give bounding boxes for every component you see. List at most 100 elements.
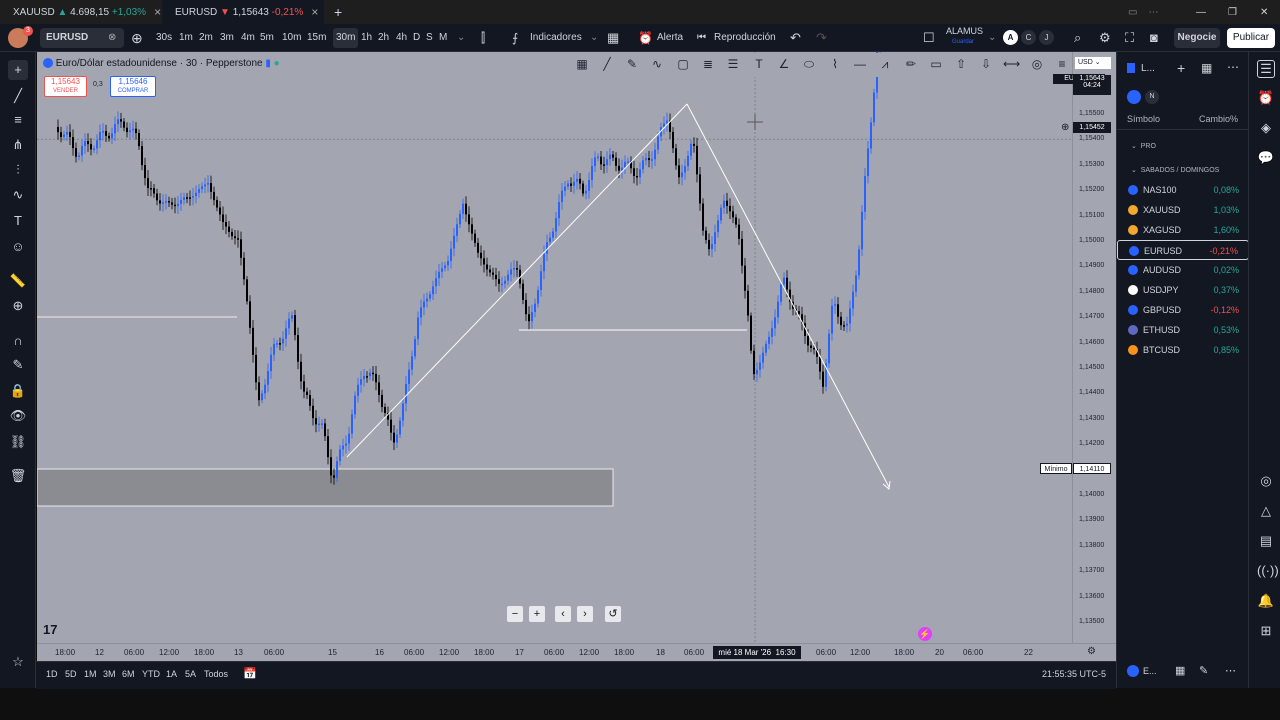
watchlist-row-nas100[interactable]: NAS100 0,08%	[1117, 180, 1249, 200]
scroll-left-button[interactable]: ‹	[555, 606, 571, 622]
interval-30s[interactable]: 30s	[156, 24, 172, 52]
arrow-down-icon[interactable]: ⇩	[978, 57, 994, 73]
trend-line[interactable]	[346, 103, 688, 458]
layers-icon[interactable]: ◈	[1257, 120, 1275, 138]
replay-button[interactable]: Reproducción	[714, 24, 776, 52]
text-icon[interactable]: T	[751, 57, 767, 73]
user-circle-c[interactable]: C	[1021, 30, 1036, 45]
interval-S[interactable]: S	[426, 24, 433, 52]
add-compare-icon[interactable]: ⊕	[131, 24, 143, 52]
watchlist-icon[interactable]: ☰	[1257, 60, 1275, 78]
camera-icon[interactable]: ◙	[1150, 24, 1158, 52]
range-6M[interactable]: 6M	[122, 669, 135, 679]
angle-icon[interactable]: ∠	[776, 57, 792, 73]
range-1D[interactable]: 1D	[46, 669, 58, 679]
details-tab[interactable]: E...	[1143, 666, 1157, 676]
target-icon[interactable]: ◎	[1029, 57, 1045, 73]
pitchfork-icon[interactable]: ⋔	[8, 135, 28, 155]
settings-icon[interactable]: ⚙	[1087, 646, 1096, 657]
zoom-in-icon[interactable]: ⊕	[8, 296, 28, 316]
range-YTD[interactable]: YTD	[142, 669, 160, 679]
zigzag-icon[interactable]: ⩘	[877, 57, 893, 73]
tab-xauusd[interactable]: XAUUSD ▲ 4.698,15 +1,03% ×	[0, 0, 161, 24]
search-icon[interactable]: ⌕	[1074, 24, 1081, 52]
pencil-icon[interactable]: ✏	[903, 57, 919, 73]
watchlist-title[interactable]: L...	[1141, 63, 1155, 74]
close-window-button[interactable]: ✕	[1252, 0, 1276, 24]
note-icon[interactable]: ▭	[928, 57, 944, 73]
watchlist-row-xauusd[interactable]: XAUUSD 1,03%	[1117, 200, 1249, 220]
interval-2h[interactable]: 2h	[378, 24, 389, 52]
target-icon[interactable]: ◎	[1257, 473, 1275, 491]
interval-3m[interactable]: 3m	[220, 24, 234, 52]
column-symbol[interactable]: Símbolo	[1127, 114, 1160, 124]
compare-icon[interactable]: ⊗	[108, 24, 116, 52]
tab-eurusd[interactable]: EURUSD ▼ 1,15643 -0,21% ×	[162, 0, 324, 24]
flag-icon[interactable]	[1127, 90, 1141, 104]
brush-icon[interactable]: ⌇	[827, 57, 843, 73]
zoom-in-button[interactable]: +	[529, 606, 545, 622]
alerts-icon[interactable]: ⏰	[1257, 90, 1275, 108]
add-symbol-icon[interactable]: +	[1177, 60, 1185, 76]
column-change[interactable]: Cambio%	[1199, 114, 1238, 124]
grid-icon[interactable]: ▦	[574, 57, 590, 73]
trend-line[interactable]	[686, 103, 890, 488]
trash-icon[interactable]: 🗑	[8, 466, 28, 486]
news-badge[interactable]: N	[1145, 90, 1159, 104]
ray-icon[interactable]: ⟷	[1003, 57, 1020, 73]
horizontal-line-icon[interactable]: —	[852, 57, 868, 73]
bell-icon[interactable]: 🔔	[1257, 593, 1275, 611]
new-tab-button[interactable]: +	[326, 0, 350, 24]
interval-1m[interactable]: 1m	[179, 24, 193, 52]
ruler-icon[interactable]: 📏	[8, 271, 28, 291]
more-icon[interactable]: ⋯	[1227, 60, 1239, 74]
interval-1h[interactable]: 1h	[361, 24, 372, 52]
layouts-icon[interactable]: ▦	[607, 24, 619, 52]
time-axis[interactable]: 18:00 12 06:00 12:00 18:00 13 06:00 15 16 06:00 12…	[37, 643, 1116, 661]
layout-icon[interactable]: ▦	[1201, 61, 1212, 75]
watchlist-row-ethusd[interactable]: ETHUSD 0,53%	[1117, 320, 1249, 340]
interval-4h[interactable]: 4h	[396, 24, 407, 52]
close-icon[interactable]: ×	[311, 5, 318, 19]
line-icon[interactable]: ╱	[599, 57, 615, 73]
chat-icon[interactable]: 💬	[1257, 150, 1275, 168]
chevron-down-icon[interactable]: ⌄	[457, 24, 465, 52]
close-icon[interactable]: ×	[154, 5, 161, 19]
watchlist-row-usdjpy[interactable]: USDJPY 0,37%	[1117, 280, 1249, 300]
currency-selector[interactable]: USD ⌄	[1075, 57, 1111, 69]
fullscreen-icon[interactable]: ⛶	[1125, 24, 1134, 52]
rectangle-icon[interactable]: ▢	[675, 57, 691, 73]
user-circle-a[interactable]: A	[1003, 30, 1018, 45]
checkbox-icon[interactable]: ☐	[923, 24, 935, 52]
price-chart[interactable]	[37, 52, 1072, 643]
fib-icon[interactable]: ≡	[8, 110, 28, 130]
grid-icon[interactable]: ▦	[1175, 664, 1185, 677]
clock[interactable]: 21:55:35 UTC-5	[1042, 669, 1106, 679]
alert-button[interactable]: Alerta	[657, 24, 683, 52]
range-1A[interactable]: 1A	[166, 669, 177, 679]
interval-15m[interactable]: 15m	[307, 24, 326, 52]
maximize-button[interactable]: ❐	[1220, 0, 1245, 24]
section-header-pro[interactable]: ⌄ PRO	[1131, 142, 1156, 150]
chart-type-icon[interactable]: ⫿	[481, 24, 485, 52]
brush-icon[interactable]: ∿	[8, 185, 28, 205]
emoji-icon[interactable]: ☺	[8, 237, 28, 257]
symbol-search[interactable]: EURUSD ⊗	[40, 28, 124, 48]
interval-10m[interactable]: 10m	[282, 24, 301, 52]
triangle-icon[interactable]: △	[1257, 503, 1275, 521]
price-scale[interactable]: 1,15500 1,15400 1,15300 1,15200 1,15100 1,150…	[1053, 52, 1116, 643]
interval-D[interactable]: D	[413, 24, 420, 52]
interval-2m[interactable]: 2m	[199, 24, 213, 52]
pencil-lock-icon[interactable]: ✎	[8, 355, 28, 375]
chevron-down-icon[interactable]: ⌄	[590, 24, 598, 52]
text-icon[interactable]: T	[8, 211, 28, 231]
chevron-down-icon[interactable]: ⌄	[988, 24, 996, 52]
apps-icon[interactable]: ⊞	[1257, 623, 1275, 641]
trade-button[interactable]: Negocie	[1174, 28, 1220, 48]
undo-icon[interactable]: ↶	[790, 24, 801, 52]
range-1M[interactable]: 1M	[84, 669, 97, 679]
watchlist-row-eurusd[interactable]: EURUSD -0,21%	[1117, 240, 1249, 260]
user-circle-j[interactable]: J	[1039, 30, 1054, 45]
publish-button[interactable]: Publicar	[1227, 28, 1275, 48]
star-icon[interactable]: ☆	[8, 652, 28, 672]
